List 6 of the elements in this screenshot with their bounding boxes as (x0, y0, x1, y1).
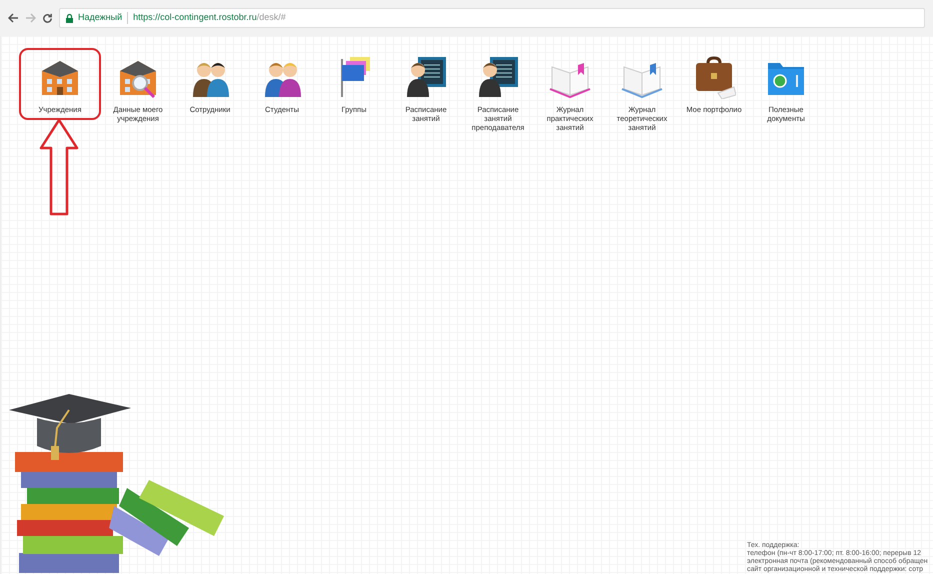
lock-icon (66, 14, 73, 22)
url-text: https://col-contingent.rostobr.ru/desk/# (133, 11, 286, 24)
reload-icon[interactable] (42, 12, 53, 24)
address-bar[interactable]: Надежный https://col-contingent.rostobr.ru/desk/# (59, 8, 925, 28)
back-icon[interactable] (8, 13, 19, 23)
security-label: Надежный (78, 11, 122, 24)
